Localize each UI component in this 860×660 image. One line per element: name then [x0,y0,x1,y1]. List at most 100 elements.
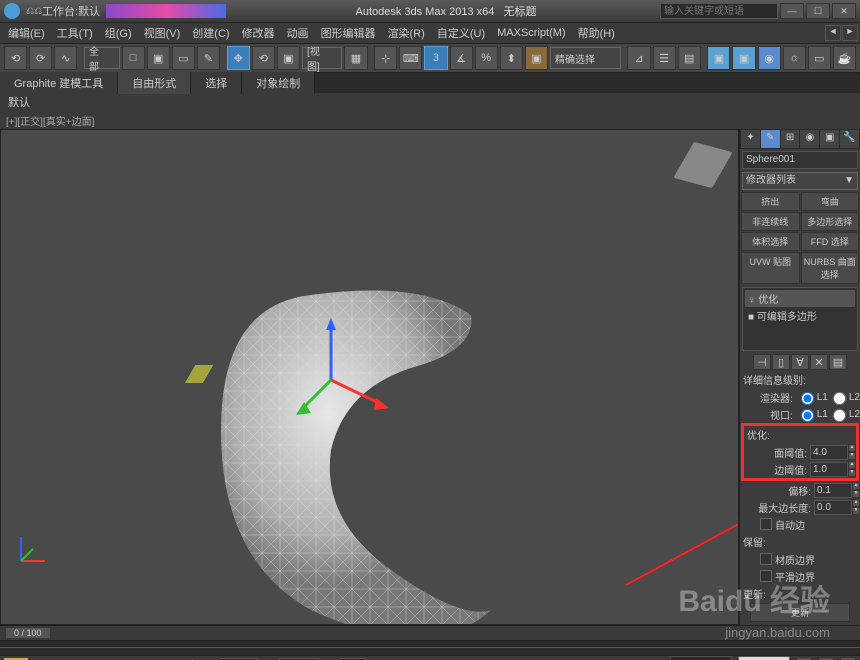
select-rect-icon[interactable]: ▭ [172,46,195,70]
percent-snap-icon[interactable]: % [475,46,498,70]
autokey-toggle[interactable]: 自动关键点 [670,656,732,660]
edge-threshold-input[interactable]: 1.0 [810,462,848,477]
move-tool[interactable]: ✥ [227,46,250,70]
link-icon[interactable]: ⟲ [4,46,27,70]
view-l2-radio[interactable] [833,409,846,422]
select-paint-icon[interactable]: ✎ [197,46,220,70]
remove-mod-icon[interactable]: ✕ [810,354,828,370]
quick-icon[interactable]: ⎌ [34,6,42,17]
edge-spinner[interactable]: ▲▼ [848,461,856,477]
menu-help[interactable]: 帮助(H) [572,25,621,41]
pin-stack-icon[interactable]: ⊣ [753,354,771,370]
tab-freeform[interactable]: 自由形式 [118,72,191,94]
object-name-field[interactable]: Sphere001 [742,151,858,169]
mod-btn[interactable]: NURBS 曲面选择 [801,252,860,284]
mod-btn[interactable]: 挤出 [741,192,800,211]
menu-maxscript[interactable]: MAXScript(M) [491,27,571,39]
pivot-icon[interactable]: ▦ [344,46,367,70]
view-l1-radio[interactable] [801,409,814,422]
tab-object-paint[interactable]: 对象绘制 [242,72,315,94]
minimize-button[interactable]: — [780,3,804,19]
mod-btn[interactable]: 体积选择 [741,232,800,251]
app-logo[interactable] [4,3,20,19]
unique-icon[interactable]: ∀ [791,354,809,370]
menu-animation[interactable]: 动画 [281,25,315,41]
scale-tool[interactable]: ▣ [277,46,300,70]
snap-toggle[interactable]: 3 [424,46,447,70]
tab-selection[interactable]: 选择 [191,72,242,94]
manipulate-icon[interactable]: ⊹ [374,46,397,70]
menu-tools[interactable]: 工具(T) [51,25,99,41]
select-icon[interactable]: □ [122,46,145,70]
render-frame-icon[interactable]: ▭ [808,46,831,70]
menu-group[interactable]: 组(G) [99,25,138,41]
utilities-tab-icon[interactable]: 🔧 [840,130,859,148]
menu-customize[interactable]: 自定义(U) [431,25,491,41]
bind-icon[interactable]: ∿ [54,46,77,70]
menu-modifiers[interactable]: 修改器 [236,25,281,41]
curve-editor-icon[interactable]: ▣ [707,46,730,70]
mirror-icon[interactable]: ⊿ [627,46,650,70]
quick-icon[interactable]: ⎌ [26,6,34,17]
face-spinner[interactable]: ▲▼ [848,444,856,460]
rotate-tool[interactable]: ⟲ [252,46,275,70]
select-name-icon[interactable]: ▣ [147,46,170,70]
menu-graph[interactable]: 图形编辑器 [315,25,382,41]
menu-views[interactable]: 视图(V) [138,25,187,41]
track-bar[interactable] [0,640,860,655]
maxedge-input[interactable]: 0.0 [814,500,852,515]
hierarchy-tab-icon[interactable]: ⊞ [781,130,800,148]
nav-prev-icon[interactable]: ◄ [825,25,841,41]
config-icon[interactable]: ▤ [829,354,847,370]
edit-named-icon[interactable]: ▣ [525,46,548,70]
unlink-icon[interactable]: ⟳ [29,46,52,70]
autoedge-checkbox[interactable] [760,518,772,530]
show-end-icon[interactable]: ▯ [772,354,790,370]
bias-input[interactable]: 0.1 [814,483,852,498]
mod-btn[interactable]: FFD 选择 [801,232,860,251]
mod-btn[interactable]: 多边形选择 [801,212,860,231]
create-tab-icon[interactable]: ✦ [741,130,760,148]
workspace-dropdown[interactable]: 默认 [78,3,100,19]
modifier-list-dropdown[interactable]: 修改器列表▼ [742,172,858,190]
schematic-icon[interactable]: ▣ [732,46,755,70]
nav-next-icon[interactable]: ► [842,25,858,41]
named-selection-dropdown[interactable]: 精确选择 [550,47,621,69]
display-tab-icon[interactable]: ▣ [820,130,839,148]
mod-btn[interactable]: 非连续线 [741,212,800,231]
layer-icon[interactable]: ▤ [678,46,701,70]
material-editor-icon[interactable]: ◉ [758,46,781,70]
render-l2-radio[interactable] [833,392,846,405]
maximize-button[interactable]: ☐ [806,3,830,19]
face-threshold-input[interactable]: 4.0 [810,445,848,460]
time-slider[interactable]: 0 / 100 [0,625,860,640]
bias-spinner[interactable]: ▲▼ [852,482,860,498]
align-icon[interactable]: ☰ [653,46,676,70]
menu-render[interactable]: 渲染(R) [382,25,431,41]
menu-create[interactable]: 创建(C) [186,25,235,41]
reference-coord-dropdown[interactable]: [视图] [302,47,342,69]
mod-btn[interactable]: UVW 贴图 [741,252,800,284]
smooth-boundary-checkbox[interactable] [760,570,772,582]
mat-boundary-checkbox[interactable] [760,553,772,565]
maxedge-spinner[interactable]: ▲▼ [852,499,860,515]
mod-btn[interactable]: 弯曲 [801,192,860,211]
help-search-input[interactable] [660,3,778,19]
viewport[interactable] [0,129,739,625]
modify-tab-icon[interactable]: ✎ [761,130,780,148]
menu-edit[interactable]: 编辑(E) [2,25,51,41]
close-button[interactable]: ✕ [832,3,856,19]
render-l1-radio[interactable] [801,392,814,405]
render-setup-icon[interactable]: ☼ [783,46,806,70]
viewport-label[interactable]: [+][正交][真实+边面] [0,111,860,129]
render-icon[interactable]: ☕ [833,46,856,70]
selection-filter[interactable]: 选定对象 [738,656,790,660]
modifier-stack[interactable]: ♀ 优化 ■ 可编辑多边形 [742,287,858,351]
spinner-snap-icon[interactable]: ⬍ [500,46,523,70]
angle-snap-icon[interactable]: ∡ [450,46,473,70]
selection-filter-dropdown[interactable]: 全部 [84,47,120,69]
tab-graphite[interactable]: Graphite 建模工具 [0,72,118,94]
keyboard-icon[interactable]: ⌨ [399,46,422,70]
update-button[interactable]: 更新 [750,603,850,622]
motion-tab-icon[interactable]: ◉ [800,130,819,148]
